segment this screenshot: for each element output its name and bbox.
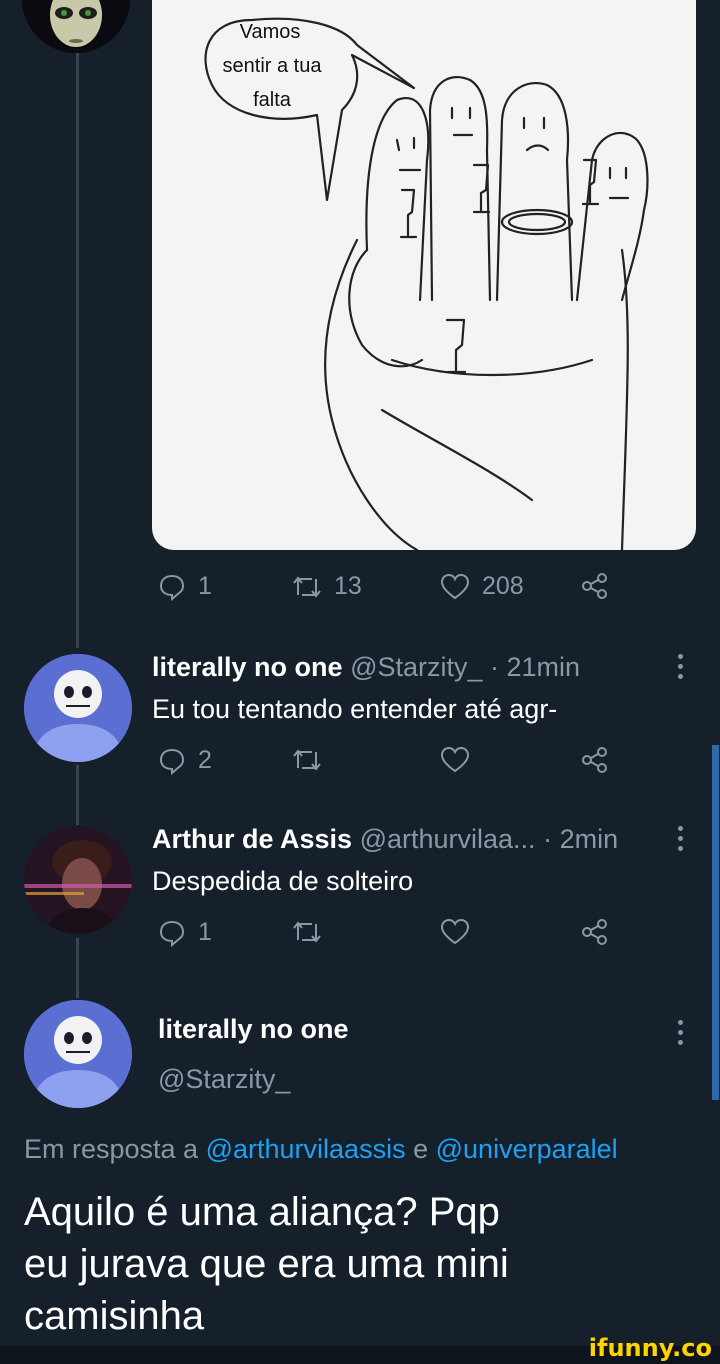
reply-header: literally no one @Starzity_ · 21min xyxy=(152,652,580,683)
share-button[interactable] xyxy=(580,918,610,946)
display-name[interactable]: literally no one xyxy=(158,1014,349,1045)
share-icon xyxy=(582,919,607,945)
mention-link[interactable]: @arthurvilaassis xyxy=(206,1134,406,1164)
retweet-icon xyxy=(293,575,321,598)
skeleton-avatar-image xyxy=(24,654,132,762)
tweet-text-line: Aquilo é uma aliança? Pqp xyxy=(24,1190,500,1234)
user-handle[interactable]: @Starzity_ xyxy=(158,1064,290,1095)
scrollbar[interactable] xyxy=(712,745,719,1100)
reply-context-conjunction: e xyxy=(413,1134,429,1164)
reply-count: 1 xyxy=(198,918,212,946)
reply-button[interactable]: 1 xyxy=(158,918,212,947)
share-icon xyxy=(582,747,607,773)
like-button[interactable] xyxy=(440,746,470,774)
reply-text: Despedida de solteiro xyxy=(152,866,414,896)
tweet-action-bar: 1 xyxy=(152,918,622,962)
retweet-button[interactable]: 13 xyxy=(292,572,362,601)
share-icon xyxy=(582,573,607,599)
retweet-button[interactable] xyxy=(292,918,322,946)
ifunny-watermark: ifunny.co xyxy=(588,1334,712,1362)
more-options-button[interactable] xyxy=(672,654,688,684)
reply-header: Arthur de Assis @arthurvilaa... · 2min xyxy=(152,824,618,855)
reply-count: 2 xyxy=(198,746,212,774)
retweet-icon xyxy=(293,749,321,771)
heart-icon xyxy=(440,746,470,773)
more-dots-icon xyxy=(677,1020,683,1025)
more-dots-icon xyxy=(677,826,683,831)
reply-count: 1 xyxy=(198,572,212,600)
tweet-action-bar: 2 xyxy=(152,746,622,790)
display-name[interactable]: Arthur de Assis xyxy=(152,824,352,854)
tweet-text: Aquilo é uma aliança? Pqp eu jurava que … xyxy=(24,1186,509,1342)
timestamp: · 2min xyxy=(543,824,619,854)
display-name[interactable]: literally no one xyxy=(152,652,343,682)
share-button[interactable] xyxy=(580,746,610,774)
thread-line xyxy=(76,938,79,998)
avatar[interactable] xyxy=(24,826,132,934)
heart-icon xyxy=(440,918,470,945)
retweet-button[interactable] xyxy=(292,746,322,774)
reply-icon xyxy=(159,574,185,601)
mention-link[interactable]: @univerparalel xyxy=(436,1134,618,1164)
reply-icon xyxy=(159,920,185,947)
retweet-count: 13 xyxy=(334,572,362,600)
reply-context-prefix: Em resposta a xyxy=(24,1134,199,1164)
speech-bubble-line: Vamos xyxy=(240,21,301,43)
user-handle[interactable]: @arthurvilaa... xyxy=(360,824,536,854)
reply-text: Eu tou tentando entender até agr- xyxy=(152,694,558,724)
hand-comic-drawing: Vamos sentir a tua falta xyxy=(204,17,649,550)
person-avatar-image xyxy=(24,826,132,934)
like-button[interactable]: 208 xyxy=(440,572,524,601)
more-dots-icon xyxy=(677,654,683,659)
skeleton-avatar-image xyxy=(24,1000,132,1108)
user-handle[interactable]: @Starzity_ xyxy=(350,652,482,682)
retweet-icon xyxy=(293,921,321,943)
thread-line xyxy=(76,50,79,648)
like-button[interactable] xyxy=(440,918,470,946)
timestamp: · 21min xyxy=(490,652,581,682)
reply-button[interactable]: 1 xyxy=(158,572,212,601)
more-options-button[interactable] xyxy=(672,826,688,856)
reply-context: Em resposta a @arthurvilaassis e @univer… xyxy=(24,1134,618,1165)
thread-line xyxy=(76,765,79,825)
tweet-text-line: camisinha xyxy=(24,1294,205,1338)
tweet-text-line: eu jurava que era uma mini xyxy=(24,1242,509,1286)
avatar[interactable] xyxy=(22,0,130,53)
speech-bubble-line: falta xyxy=(253,89,292,111)
avatar[interactable] xyxy=(24,654,132,762)
speech-bubble-line: sentir a tua xyxy=(223,55,323,77)
reply-icon xyxy=(159,748,185,775)
reply-button[interactable]: 2 xyxy=(158,746,212,775)
tweet-media-image[interactable]: Vamos sentir a tua falta xyxy=(152,0,696,550)
alien-avatar-image xyxy=(22,0,130,53)
avatar[interactable] xyxy=(24,1000,132,1108)
tweet-action-bar: 1 13 208 xyxy=(152,572,622,616)
like-count: 208 xyxy=(482,572,524,600)
more-options-button[interactable] xyxy=(672,1020,688,1050)
heart-icon xyxy=(440,573,470,599)
share-button[interactable] xyxy=(580,572,610,600)
